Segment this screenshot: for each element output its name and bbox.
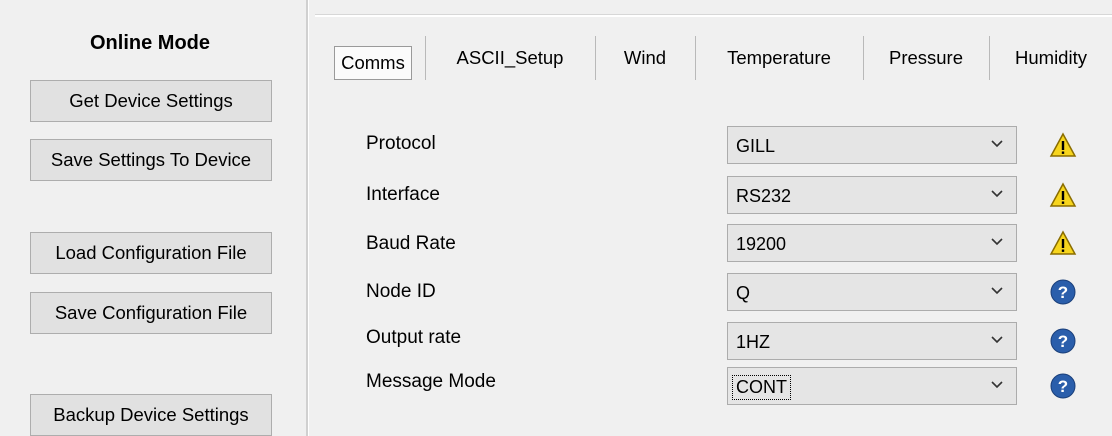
chevron-down-icon	[991, 190, 1003, 198]
save-settings-to-device-button[interactable]: Save Settings To Device	[30, 139, 272, 181]
chevron-down-icon	[991, 140, 1003, 148]
tab-label: Wind	[623, 47, 667, 68]
svg-text:?: ?	[1058, 283, 1068, 302]
tab-comms[interactable]: Comms	[321, 36, 426, 80]
svg-text:?: ?	[1058, 377, 1068, 396]
warning-icon[interactable]	[1049, 229, 1077, 257]
help-icon[interactable]: ?	[1049, 327, 1077, 355]
interface-select[interactable]: RS232	[727, 176, 1017, 214]
comms-tab-content: Protocol GILL Interface RS232 Baud Rate …	[309, 80, 1112, 436]
chevron-down-icon	[991, 238, 1003, 246]
tab-ascii-setup[interactable]: ASCII_Setup	[425, 36, 596, 80]
tab-humidity[interactable]: Humidity	[989, 36, 1112, 80]
message-mode-select[interactable]: CONT	[727, 367, 1017, 405]
output-rate-label: Output rate	[366, 327, 462, 348]
protocol-value: GILL	[736, 136, 776, 156]
svg-text:?: ?	[1058, 332, 1068, 351]
chevron-down-icon	[991, 381, 1003, 389]
protocol-label: Protocol	[366, 133, 436, 154]
baud-rate-value: 19200	[736, 234, 787, 254]
load-configuration-file-button[interactable]: Load Configuration File	[30, 232, 272, 274]
message-mode-label: Message Mode	[366, 371, 496, 392]
tab-label: Temperature	[727, 47, 831, 68]
output-rate-value: 1HZ	[736, 332, 771, 352]
tab-strip: Comms ASCII_Setup Wind Temperature Press…	[321, 36, 1112, 80]
baud-rate-label: Baud Rate	[366, 233, 456, 254]
tab-temperature[interactable]: Temperature	[695, 36, 864, 80]
node-id-label: Node ID	[366, 281, 436, 302]
protocol-select[interactable]: GILL	[727, 126, 1017, 164]
get-device-settings-button[interactable]: Get Device Settings	[30, 80, 272, 122]
online-mode-title: Online Mode	[90, 32, 210, 54]
backup-device-settings-button[interactable]: Backup Device Settings	[30, 394, 272, 436]
tab-label: ASCII_Setup	[456, 47, 564, 68]
node-id-select[interactable]: Q	[727, 273, 1017, 311]
interface-value: RS232	[736, 186, 792, 206]
baud-rate-select[interactable]: 19200	[727, 224, 1017, 262]
node-id-value: Q	[736, 283, 751, 303]
help-icon[interactable]: ?	[1049, 278, 1077, 306]
output-rate-select[interactable]: 1HZ	[727, 322, 1017, 360]
settings-panel: Comms ASCII_Setup Wind Temperature Press…	[309, 0, 1112, 436]
chevron-down-icon	[991, 336, 1003, 344]
warning-icon[interactable]	[1049, 131, 1077, 159]
chevron-down-icon	[991, 287, 1003, 295]
tab-wind[interactable]: Wind	[595, 36, 696, 80]
tab-area-border	[315, 14, 1112, 17]
tab-label: Comms	[334, 46, 412, 80]
interface-label: Interface	[366, 184, 440, 205]
left-panel: Online Mode Get Device Settings Save Set…	[0, 0, 300, 436]
tab-label: Humidity	[1015, 47, 1087, 68]
help-icon[interactable]: ?	[1049, 372, 1077, 400]
save-configuration-file-button[interactable]: Save Configuration File	[30, 292, 272, 334]
tab-label: Pressure	[888, 47, 964, 68]
tab-pressure[interactable]: Pressure	[863, 36, 990, 80]
warning-icon[interactable]	[1049, 181, 1077, 209]
message-mode-value: CONT	[732, 375, 791, 400]
